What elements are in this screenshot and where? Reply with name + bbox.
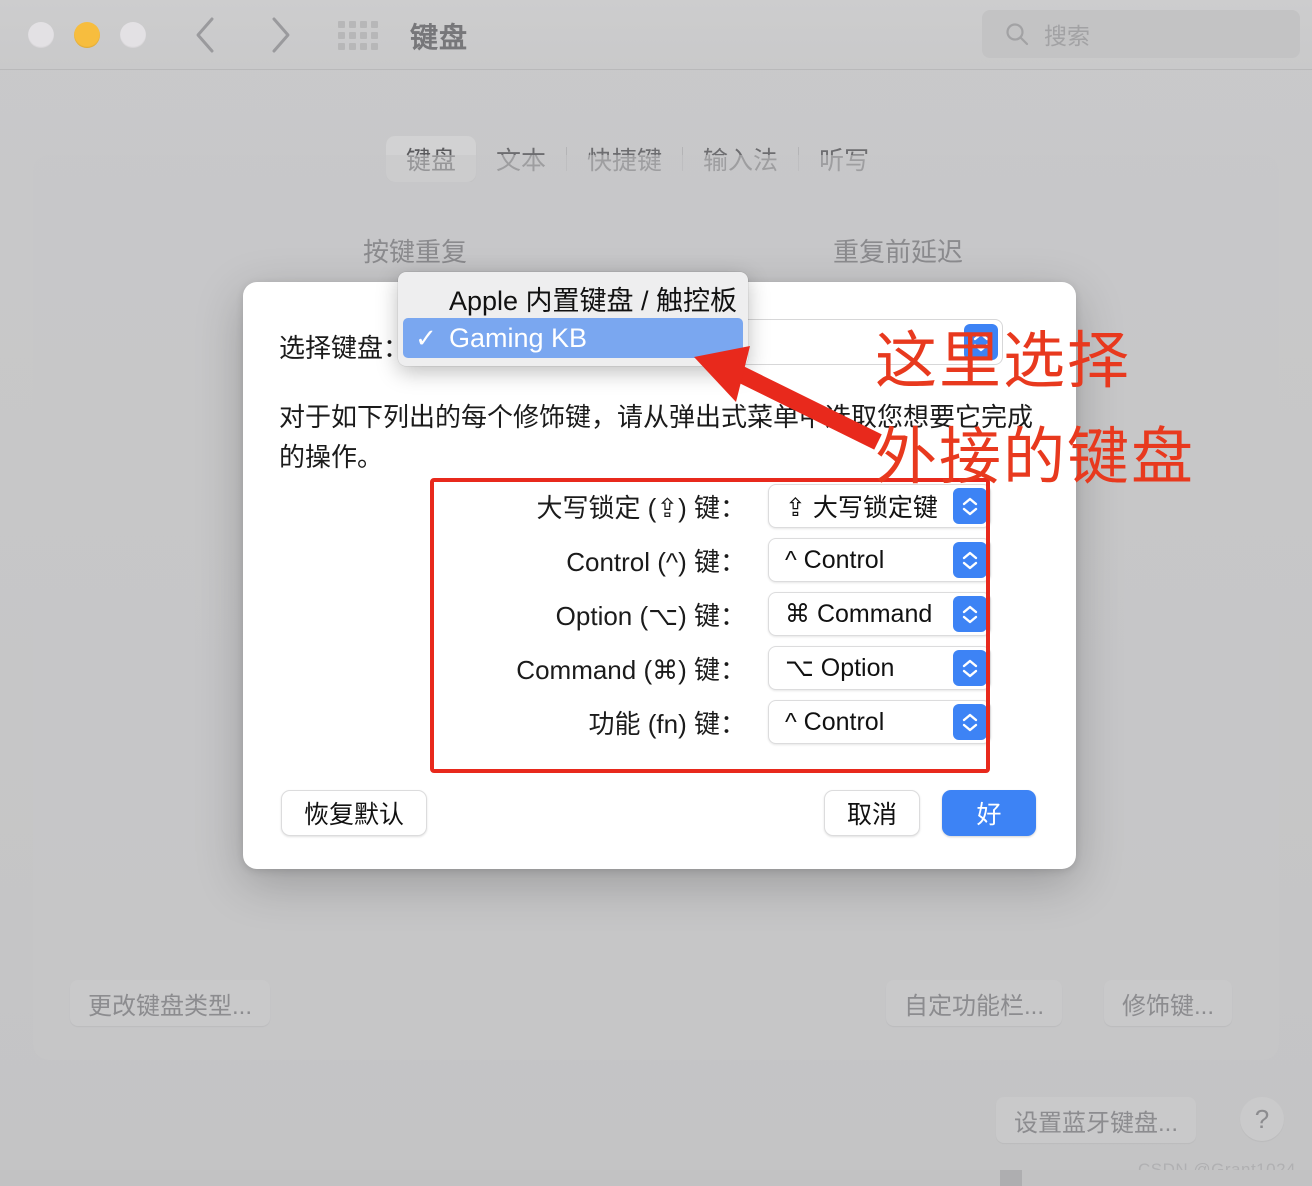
checkmark-icon: ✓ bbox=[415, 322, 437, 353]
control-value: ^ Control bbox=[785, 545, 885, 574]
function-value: ^ Control bbox=[785, 707, 885, 736]
chevron-down-icon bbox=[962, 669, 978, 677]
chevron-down-icon bbox=[962, 615, 978, 623]
cancel-button[interactable]: 取消 bbox=[824, 790, 921, 836]
chevron-down-icon bbox=[962, 507, 978, 515]
chevron-up-icon bbox=[962, 713, 978, 721]
choose-keyboard-row: 选择键盘： bbox=[279, 328, 409, 365]
traffic-lights bbox=[28, 22, 146, 48]
option-value: ⌘ Command bbox=[785, 600, 933, 628]
function-label: 功能 (fn) 键： bbox=[588, 708, 746, 739]
stepper-chevrons-icon[interactable] bbox=[953, 650, 987, 686]
modifier-row-control: Control (^) 键： ^ Control bbox=[431, 533, 991, 587]
change-keyboard-type-button[interactable]: 更改键盘类型... bbox=[70, 980, 271, 1026]
menu-item-label: Apple 内置键盘 / 触控板 bbox=[449, 285, 738, 316]
chevron-up-icon bbox=[962, 551, 978, 559]
chevron-up-icon bbox=[962, 605, 978, 613]
key-repeat-label: 按键重复 bbox=[363, 237, 468, 267]
stepper-chevrons-icon[interactable] bbox=[953, 542, 987, 578]
menu-item-gaming-kb[interactable]: ✓ Gaming KB bbox=[403, 318, 743, 358]
ok-button[interactable]: 好 bbox=[942, 790, 1036, 836]
keyboard-selection-menu: Apple 内置键盘 / 触控板 ✓ Gaming KB bbox=[398, 272, 748, 366]
chevron-up-icon bbox=[962, 659, 978, 667]
restore-defaults-button[interactable]: 恢复默认 bbox=[281, 790, 428, 836]
chevron-up-icon bbox=[962, 497, 978, 505]
chevron-down-icon bbox=[962, 561, 978, 569]
modifier-row-command: Command (⌘) 键： ⌥ Option bbox=[431, 641, 991, 695]
command-value: ⌥ Option bbox=[785, 654, 895, 682]
window-titlebar: 键盘 搜索 bbox=[0, 0, 1312, 70]
bottom-strip bbox=[0, 1170, 1312, 1186]
modifier-row-option: Option (⌥) 键： ⌘ Command bbox=[431, 587, 991, 641]
chevron-right-icon bbox=[272, 17, 290, 53]
help-button[interactable]: ? bbox=[1240, 1097, 1284, 1141]
close-button-icon[interactable] bbox=[28, 22, 54, 48]
annotation-line-2: 外接的键盘 bbox=[875, 423, 1196, 492]
menu-item-apple-internal-keyboard[interactable]: Apple 内置键盘 / 触控板 bbox=[403, 278, 743, 318]
grid-apps-icon[interactable] bbox=[338, 20, 386, 50]
option-popup-button[interactable]: ⌘ Command bbox=[768, 592, 991, 636]
command-label: Command (⌘) 键： bbox=[516, 654, 746, 685]
caps-lock-label: 大写锁定 (⇪) 键： bbox=[536, 492, 746, 523]
control-popup-button[interactable]: ^ Control bbox=[768, 538, 991, 582]
stepper-chevrons-icon[interactable] bbox=[953, 596, 987, 632]
search-icon bbox=[1006, 23, 1029, 46]
menu-item-label: Gaming KB bbox=[449, 322, 588, 353]
modifier-row-function: 功能 (fn) 键： ^ Control bbox=[431, 695, 991, 749]
option-label: Option (⌥) 键： bbox=[555, 600, 746, 631]
page-title: 键盘 bbox=[410, 22, 469, 53]
bottom-strip-nub bbox=[1000, 1170, 1022, 1186]
search-placeholder: 搜索 bbox=[1044, 23, 1090, 49]
modifier-rows-group: 大写锁定 (⇪) 键： ⇪ 大写锁定键 Control (^) 键： ^ Con… bbox=[431, 479, 991, 749]
annotation-line-1: 这里选择 bbox=[875, 327, 1132, 396]
function-popup-button[interactable]: ^ Control bbox=[768, 700, 991, 744]
set-up-bluetooth-keyboard-button[interactable]: 设置蓝牙键盘... bbox=[996, 1097, 1197, 1143]
search-input[interactable]: 搜索 bbox=[982, 10, 1300, 58]
choose-keyboard-label: 选择键盘： bbox=[279, 333, 410, 363]
forward-button[interactable] bbox=[258, 12, 304, 58]
minimize-button-icon[interactable] bbox=[74, 22, 100, 48]
stepper-chevrons-icon[interactable] bbox=[953, 704, 987, 740]
chevron-left-icon bbox=[196, 17, 214, 53]
back-button[interactable] bbox=[182, 12, 228, 58]
modifier-keys-button[interactable]: 修饰键... bbox=[1104, 980, 1233, 1026]
customize-touch-bar-button[interactable]: 自定功能栏... bbox=[886, 980, 1063, 1026]
control-label: Control (^) 键： bbox=[566, 546, 746, 577]
command-popup-button[interactable]: ⌥ Option bbox=[768, 646, 991, 690]
delay-until-repeat-label: 重复前延迟 bbox=[833, 237, 964, 267]
zoom-button-icon[interactable] bbox=[120, 22, 146, 48]
chevron-down-icon bbox=[962, 723, 978, 731]
